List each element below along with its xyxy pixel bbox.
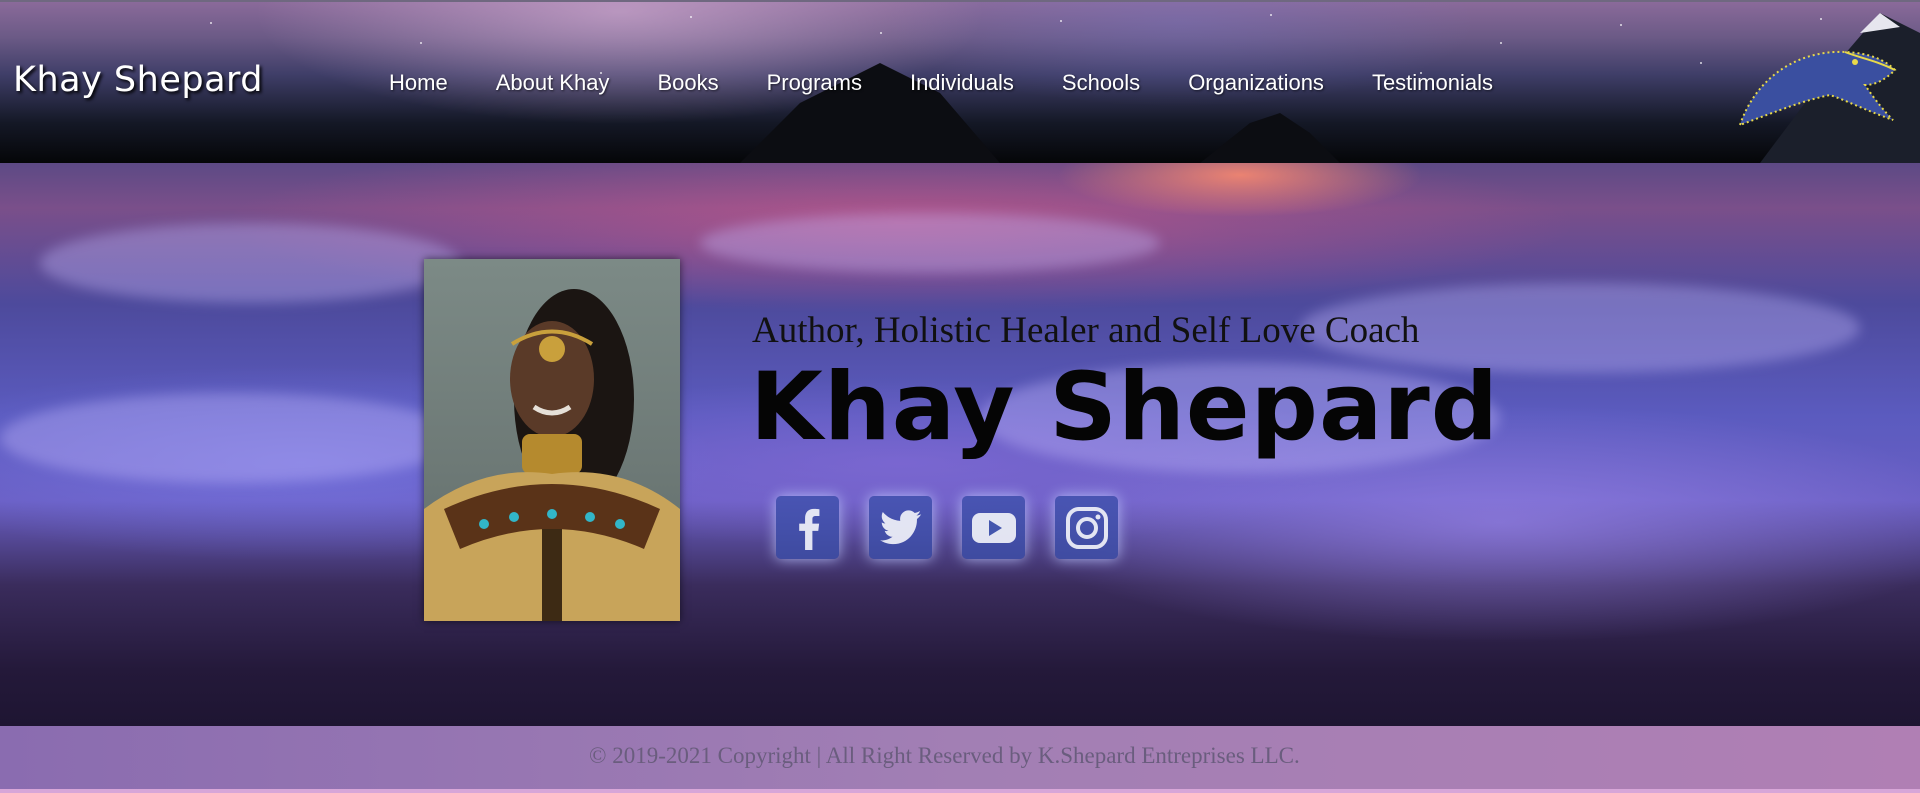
- twitter-icon[interactable]: [869, 496, 932, 559]
- facebook-icon[interactable]: [776, 496, 839, 559]
- site-header: Khay Shepard Home About Khay Books Progr…: [0, 0, 1920, 163]
- youtube-icon[interactable]: [962, 496, 1025, 559]
- page: Khay Shepard Home About Khay Books Progr…: [0, 0, 1920, 793]
- mountain-silhouette-small: [1200, 113, 1340, 163]
- hero-tagline: Author, Holistic Healer and Self Love Co…: [752, 310, 1420, 351]
- site-brand[interactable]: Khay Shepard: [13, 60, 263, 100]
- nav-individuals[interactable]: Individuals: [910, 70, 1014, 96]
- wave-foam: [40, 223, 460, 303]
- nav-testimonials[interactable]: Testimonials: [1372, 70, 1493, 96]
- nav-programs[interactable]: Programs: [767, 70, 862, 96]
- wave-foam: [700, 213, 1160, 273]
- social-links: [776, 496, 1118, 559]
- wave-foam: [0, 393, 460, 483]
- nav-schools[interactable]: Schools: [1062, 70, 1140, 96]
- nav-home[interactable]: Home: [389, 70, 448, 96]
- copyright-text: © 2019-2021 Copyright | All Right Reserv…: [589, 743, 1300, 768]
- instagram-icon[interactable]: [1055, 496, 1118, 559]
- hero-name: Khay Shepard: [750, 353, 1500, 462]
- portrait-illustration: [424, 289, 680, 621]
- nav-about-khay[interactable]: About Khay: [496, 70, 610, 96]
- site-footer: © 2019-2021 Copyright | All Right Reserv…: [0, 726, 1920, 793]
- hero-section: Author, Holistic Healer and Self Love Co…: [0, 163, 1920, 726]
- whale-logo-icon[interactable]: [1735, 40, 1900, 130]
- portrait-photo: [424, 259, 680, 621]
- main-nav: Home About Khay Books Programs Individua…: [389, 70, 1541, 96]
- nav-organizations[interactable]: Organizations: [1188, 70, 1324, 96]
- nav-books[interactable]: Books: [657, 70, 718, 96]
